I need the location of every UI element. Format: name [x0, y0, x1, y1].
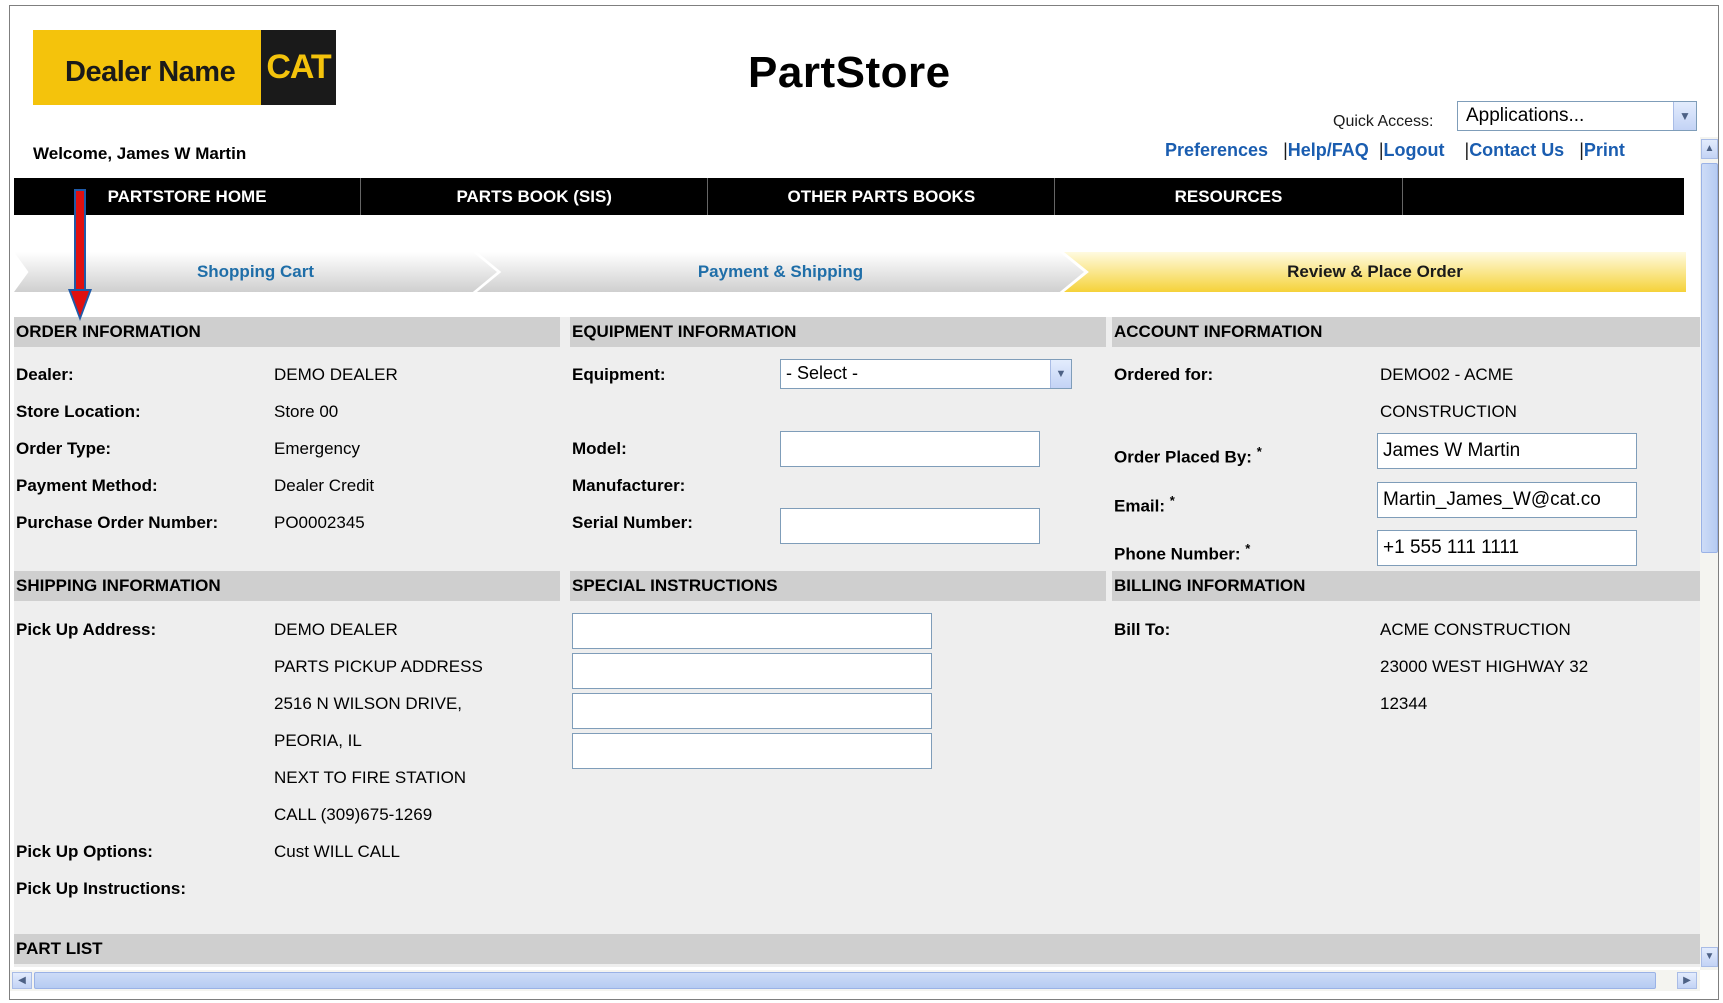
quick-access-select[interactable]: Applications... ▼: [1457, 101, 1697, 131]
step-review-place-order: Review & Place Order: [1064, 252, 1686, 292]
address-line: 2516 N WILSON DRIVE,: [274, 694, 463, 713]
order-review-panel: ORDER INFORMATION EQUIPMENT INFORMATION …: [14, 317, 1700, 967]
address-line: NEXT TO FIRE STATION: [274, 768, 467, 787]
preferences-link[interactable]: Preferences: [1165, 140, 1268, 160]
email-input[interactable]: Martin_James_W@cat.co: [1377, 482, 1637, 518]
phone-label-text: Phone Number:: [1114, 544, 1241, 564]
scroll-left-icon[interactable]: ◀: [12, 972, 32, 989]
browser-page: Dealer Name CAT PartStore Welcome, James…: [9, 5, 1719, 1000]
dealer-value: DEMO DEALER: [274, 365, 398, 384]
order-placed-by-text: Order Placed By:: [1114, 447, 1252, 467]
order-placed-by-label: Order Placed By: *: [1114, 444, 1262, 468]
nav-parts-book[interactable]: PARTS BOOK (SIS): [361, 178, 709, 215]
help-link[interactable]: Help/FAQ: [1288, 140, 1369, 160]
chevron-down-icon[interactable]: ▼: [1050, 360, 1071, 388]
nav-resources[interactable]: RESOURCES: [1055, 178, 1403, 215]
order-type-label: Order Type:: [16, 439, 112, 458]
ordered-for-label: Ordered for:: [1114, 365, 1214, 384]
print-link[interactable]: Print: [1584, 140, 1625, 160]
special-instructions-line-4[interactable]: [572, 733, 932, 769]
dealer-label: Dealer:: [16, 365, 74, 384]
payment-method-value: Dealer Credit: [274, 476, 375, 495]
email-label-text: Email:: [1114, 496, 1166, 516]
welcome-text: Welcome, James W Martin: [33, 144, 247, 163]
nav-partstore-home[interactable]: PARTSTORE HOME: [14, 178, 362, 215]
main-nav: PARTSTORE HOME PARTS BOOK (SIS) OTHER PA…: [14, 178, 1684, 215]
dealer-name-text: Dealer Name: [65, 56, 236, 88]
model-label: Model:: [572, 439, 627, 458]
shipping-info-heading: SHIPPING INFORMATION: [14, 571, 560, 601]
step-payment-shipping[interactable]: Payment & Shipping: [477, 252, 1084, 292]
ordered-for-line2: CONSTRUCTION: [1380, 402, 1517, 421]
store-location-label: Store Location:: [16, 402, 141, 421]
scroll-up-icon[interactable]: ▲: [1701, 139, 1718, 159]
nav-other-parts-books[interactable]: OTHER PARTS BOOKS: [708, 178, 1056, 215]
order-placed-by-input[interactable]: James W Martin: [1377, 433, 1637, 469]
dealer-logo[interactable]: Dealer Name CAT: [33, 30, 336, 105]
address-line: PARTS PICKUP ADDRESS: [274, 657, 483, 676]
vertical-scrollbar[interactable]: ▲ ▼: [1700, 137, 1718, 970]
manufacturer-label: Manufacturer:: [572, 476, 686, 495]
horizontal-scroll-thumb[interactable]: [34, 972, 1656, 989]
pickup-instructions-label: Pick Up Instructions:: [16, 879, 187, 898]
pickup-options-label: Pick Up Options:: [16, 842, 153, 861]
part-list-heading: PART LIST: [14, 934, 1700, 964]
email-label: Email: *: [1114, 493, 1175, 517]
page-title: PartStore: [748, 48, 951, 97]
scroll-right-icon[interactable]: ▶: [1677, 972, 1697, 989]
bill-to-line: ACME CONSTRUCTION: [1380, 620, 1571, 639]
phone-label: Phone Number: *: [1114, 541, 1250, 565]
account-info-heading: ACCOUNT INFORMATION: [1112, 317, 1700, 347]
po-number-label: Purchase Order Number:: [16, 513, 219, 532]
address-line: CALL (309)675-1269: [274, 805, 433, 824]
quick-access-value: Applications...: [1466, 105, 1585, 126]
equipment-label: Equipment:: [572, 365, 666, 384]
scroll-down-icon[interactable]: ▼: [1701, 947, 1718, 967]
po-number-value: PO0002345: [274, 513, 365, 532]
order-info-heading: ORDER INFORMATION: [14, 317, 560, 347]
bill-to-line: 23000 WEST HIGHWAY 32: [1380, 657, 1589, 676]
contact-link[interactable]: Contact Us: [1469, 140, 1564, 160]
serial-number-label: Serial Number:: [572, 513, 693, 532]
pickup-options-value: Cust WILL CALL: [274, 842, 400, 861]
billing-info-heading: BILLING INFORMATION: [1112, 571, 1700, 601]
equipment-select[interactable]: - Select - ▼: [780, 359, 1072, 389]
equipment-select-value: - Select -: [786, 363, 859, 383]
serial-number-input[interactable]: [780, 508, 1040, 544]
address-line: PEORIA, IL: [274, 731, 362, 750]
order-type-value: Emergency: [274, 439, 360, 458]
required-marker: *: [1169, 493, 1175, 508]
quick-access-label: Quick Access:: [1333, 113, 1434, 130]
nav-empty: [1403, 178, 1684, 215]
down-arrow-icon: [68, 189, 92, 321]
top-links: Preferences |Help/FAQ |Logout |Contact U…: [1165, 140, 1625, 161]
cat-logo: CAT: [261, 30, 336, 105]
bill-to-line: 12344: [1380, 694, 1428, 713]
special-instructions-heading: SPECIAL INSTRUCTIONS: [570, 571, 1106, 601]
special-instructions-line-2[interactable]: [572, 653, 932, 689]
pickup-address-label: Pick Up Address:: [16, 620, 157, 639]
ordered-for-line1: DEMO02 - ACME: [1380, 365, 1514, 384]
special-instructions-line-1[interactable]: [572, 613, 932, 649]
horizontal-scrollbar[interactable]: ◀ ▶: [10, 970, 1700, 991]
checkout-steps: Shopping Cart Payment & Shipping Review …: [14, 252, 1686, 292]
model-input[interactable]: [780, 431, 1040, 467]
store-location-value: Store 00: [274, 402, 339, 421]
logout-link[interactable]: Logout: [1384, 140, 1445, 160]
address-line: DEMO DEALER: [274, 620, 398, 639]
chevron-down-icon[interactable]: ▼: [1673, 102, 1696, 130]
special-instructions-line-3[interactable]: [572, 693, 932, 729]
phone-input[interactable]: +1 555 111 1111: [1377, 530, 1637, 566]
payment-method-label: Payment Method:: [16, 476, 158, 495]
vertical-scroll-thumb[interactable]: [1701, 163, 1718, 553]
equipment-info-heading: EQUIPMENT INFORMATION: [570, 317, 1106, 347]
required-marker: *: [1245, 541, 1251, 556]
required-marker: *: [1256, 444, 1262, 459]
bill-to-label: Bill To:: [1114, 620, 1171, 639]
